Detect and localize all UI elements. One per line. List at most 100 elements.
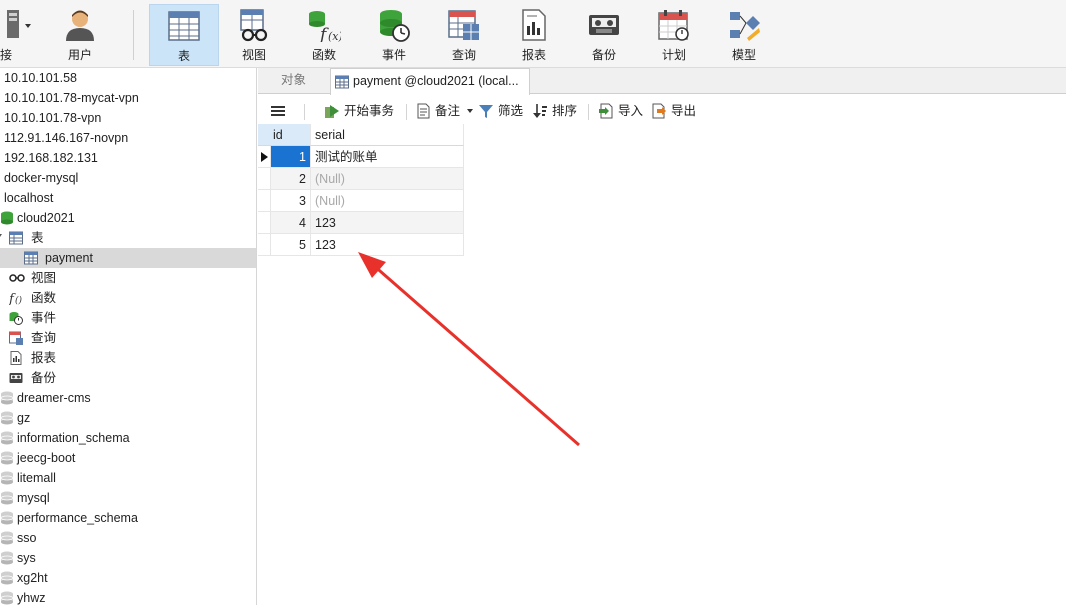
cell-id[interactable]: 4	[271, 212, 311, 234]
sort-icon	[533, 104, 547, 118]
table-row[interactable]: 4 123	[258, 212, 464, 234]
backup-icon	[9, 373, 23, 383]
tree-database[interactable]: mysql	[0, 488, 256, 508]
annotation-arrow-shaft	[371, 262, 580, 447]
query-label: 查询	[451, 48, 476, 62]
table-icon	[335, 75, 349, 89]
backup-label: 备份	[591, 48, 616, 62]
tree-connection[interactable]: 10.10.101.58	[0, 68, 256, 88]
tree-connection[interactable]: 112.91.146.167-novpn	[0, 128, 256, 148]
table-row[interactable]: 1 测试的账单	[258, 146, 464, 168]
table-icon	[24, 251, 38, 265]
model-label: 模型	[731, 48, 756, 62]
connection-tree: 10.10.101.58 10.10.101.78-mycat-vpn 10.1…	[0, 68, 257, 605]
import-button[interactable]: 导入	[598, 101, 646, 121]
event-label: 事件	[381, 48, 406, 62]
column-header-serial[interactable]: serial	[311, 124, 464, 146]
cell-serial[interactable]: 测试的账单	[311, 146, 464, 168]
cell-serial[interactable]: 123	[311, 234, 464, 256]
tree-queries-folder[interactable]: 查询	[0, 328, 256, 348]
tree-database[interactable]: dreamer-cms	[0, 388, 256, 408]
schedule-button[interactable]: 计划	[639, 4, 709, 66]
column-header-id[interactable]: id	[258, 124, 311, 146]
tree-database[interactable]: xg2ht	[0, 568, 256, 588]
tree-database[interactable]: information_schema	[0, 428, 256, 448]
row-indicator[interactable]	[258, 168, 271, 190]
begin-transaction-button[interactable]: 开始事务	[324, 101, 404, 121]
tree-database[interactable]: gz	[0, 408, 256, 428]
cell-serial[interactable]: 123	[311, 212, 464, 234]
dropdown-arrow-icon	[467, 109, 473, 113]
row-indicator[interactable]	[258, 146, 271, 168]
database-icon	[0, 511, 14, 525]
connect-button[interactable]: 接	[0, 4, 46, 66]
export-icon	[652, 103, 666, 119]
function-button[interactable]: f (x) 函数	[289, 4, 359, 66]
event-icon	[9, 312, 23, 325]
tree-database[interactable]: performance_schema	[0, 508, 256, 528]
tree-connection[interactable]: 10.10.101.78-vpn	[0, 108, 256, 128]
tree-tables-folder[interactable]: 表	[0, 228, 256, 248]
tree-table-payment[interactable]: payment	[0, 248, 256, 268]
user-icon	[66, 10, 94, 41]
cell-serial[interactable]: (Null)	[311, 190, 464, 212]
tree-connection[interactable]: localhost	[0, 188, 256, 208]
model-button[interactable]: 模型	[709, 4, 779, 66]
table-row[interactable]: 5 123	[258, 234, 464, 256]
report-icon	[522, 9, 546, 41]
filter-button[interactable]: 筛选	[478, 101, 526, 121]
tree-database[interactable]: sso	[0, 528, 256, 548]
tree-database[interactable]: yhwz	[0, 588, 256, 605]
tree-connection[interactable]: 192.168.182.131	[0, 148, 256, 168]
notes-button[interactable]: 备注	[415, 101, 473, 121]
tree-database[interactable]: sys	[0, 548, 256, 568]
cell-id[interactable]: 2	[271, 168, 311, 190]
tree-functions-folder[interactable]: f () 函数	[0, 288, 256, 308]
tree-connection[interactable]: docker-mysql	[0, 168, 256, 188]
menu-button[interactable]	[270, 101, 290, 121]
export-button[interactable]: 导出	[651, 101, 699, 121]
row-indicator[interactable]	[258, 212, 271, 234]
tab-payment[interactable]: payment @cloud2021 (local...	[330, 68, 530, 95]
row-indicator[interactable]	[258, 190, 271, 212]
row-indicator[interactable]	[258, 234, 271, 256]
tree-views-folder[interactable]: 视图	[0, 268, 256, 288]
main-toolbar: 接 用户 表 视图 f (x 函数 事件 查询 报表 备份 计划 模型	[0, 0, 1066, 68]
report-button[interactable]: 报表	[499, 4, 569, 66]
view-icon	[9, 274, 25, 282]
tree-database[interactable]: jeecg-boot	[0, 448, 256, 468]
function-icon: f ()	[9, 292, 23, 305]
view-button[interactable]: 视图	[219, 4, 289, 66]
user-button[interactable]: 用户	[45, 4, 115, 66]
tree-reports-folder[interactable]: 报表	[0, 348, 256, 368]
svg-text:(): ()	[15, 295, 23, 305]
cell-id[interactable]: 5	[271, 234, 311, 256]
cell-id[interactable]: 3	[271, 190, 311, 212]
tree-connection[interactable]: 10.10.101.78-mycat-vpn	[0, 88, 256, 108]
tree-events-folder[interactable]: 事件	[0, 308, 256, 328]
model-icon	[730, 12, 760, 41]
expand-arrow-icon[interactable]	[0, 234, 2, 242]
tree-database-cloud2021[interactable]: cloud2021	[0, 208, 256, 228]
tree-backups-folder[interactable]: 备份	[0, 368, 256, 388]
event-button[interactable]: 事件	[359, 4, 429, 66]
database-icon	[0, 451, 14, 465]
table-button[interactable]: 表	[149, 4, 219, 66]
schedule-label: 计划	[661, 48, 686, 62]
connection-icon	[7, 10, 31, 38]
query-button[interactable]: 查询	[429, 4, 499, 66]
table-icon	[168, 11, 200, 41]
report-icon	[10, 351, 22, 365]
table-icon	[9, 231, 23, 245]
sort-button[interactable]: 排序	[532, 101, 580, 121]
cell-serial[interactable]: (Null)	[311, 168, 464, 190]
database-icon	[0, 471, 14, 485]
event-icon	[380, 10, 410, 42]
tab-objects[interactable]: 对象	[258, 68, 329, 94]
table-row[interactable]: 3 (Null)	[258, 190, 464, 212]
backup-button[interactable]: 备份	[569, 4, 639, 66]
user-label: 用户	[67, 48, 92, 62]
tree-database[interactable]: litemall	[0, 468, 256, 488]
cell-id[interactable]: 1	[271, 146, 311, 168]
table-row[interactable]: 2 (Null)	[258, 168, 464, 190]
